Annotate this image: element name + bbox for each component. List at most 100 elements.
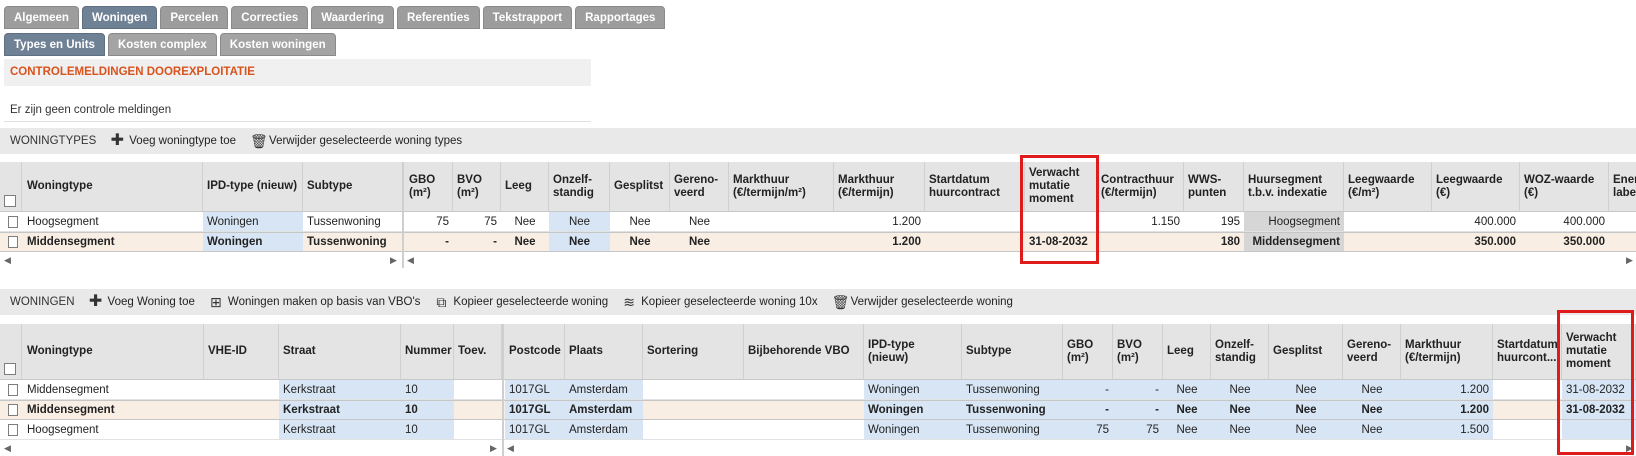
cell-woningtype[interactable]: Hoogsegment	[23, 212, 203, 231]
cell-leegwaarde-m[interactable]	[1344, 212, 1432, 231]
cell-subtype[interactable]: Tussenwoning	[303, 233, 403, 251]
cell-sortering[interactable]	[643, 420, 744, 439]
cell-bijbehorende-vbo[interactable]	[744, 380, 864, 399]
scroll-right-icon[interactable]: ▶	[490, 442, 497, 455]
scroll-left-icon[interactable]: ◀	[4, 442, 11, 455]
cell-bijbehorende-vbo[interactable]	[744, 401, 864, 419]
cell-wws-punten[interactable]: 195	[1184, 212, 1244, 231]
woningen-col-startdatum-huurcont[interactable]: Startdatum huurcont...	[1493, 324, 1562, 379]
copy-woning-button[interactable]: ⧉ Kopieer geselecteerde woning	[434, 295, 608, 309]
cell-bvo-m[interactable]: 75	[1113, 420, 1163, 439]
woningtypes-col-onzelf-standig[interactable]: Onzelf-standig	[549, 162, 610, 211]
cell-markthuur-termijn[interactable]: 1.200	[834, 233, 925, 251]
cell-vhe-id[interactable]	[204, 380, 279, 399]
cell-subtype[interactable]: Tussenwoning	[962, 420, 1063, 439]
cell-ipd-type-nieuw[interactable]: Woningen	[864, 401, 962, 419]
woningen-col-plaats[interactable]: Plaats	[565, 324, 643, 379]
cell-leeg[interactable]: Nee	[501, 233, 549, 251]
cell-onzelf-standig[interactable]: Nee	[1211, 380, 1269, 399]
tab-algemeen[interactable]: Algemeen	[4, 6, 79, 29]
cell-gesplitst[interactable]: Nee	[1269, 401, 1343, 419]
cell-woningtype[interactable]: Hoogsegment	[23, 420, 204, 439]
cell-leeg[interactable]: Nee	[1163, 401, 1211, 419]
row-checkbox[interactable]	[8, 215, 18, 228]
cell-postcode[interactable]: 1017GL	[505, 420, 565, 439]
cell-markthuur-termijn[interactable]: 1.200	[1401, 380, 1493, 399]
copy-woning-10x-button[interactable]: ≋ Kopieer geselecteerde woning 10x	[622, 295, 817, 309]
cell-gesplitst[interactable]: Nee	[1269, 380, 1343, 399]
woningtypes-col-bvo-m[interactable]: BVO (m²)	[453, 162, 501, 211]
cell-nummer[interactable]: 10	[401, 420, 454, 439]
cell-markthuur-termijn[interactable]: 1.200	[1401, 401, 1493, 419]
scroll-left-icon[interactable]: ◀	[407, 254, 414, 267]
cell-subtype[interactable]: Tussenwoning	[962, 401, 1063, 419]
cell-straat[interactable]: Kerkstraat	[279, 380, 401, 399]
delete-woningtypes-button[interactable]: 🗑 Verwijder geselecteerde woning types	[250, 134, 462, 148]
cell-gbo-m[interactable]: -	[405, 233, 453, 251]
cell-markthuur-termijn-m[interactable]	[729, 233, 834, 251]
woningtypes-col-gesplitst[interactable]: Gesplitst	[610, 162, 670, 211]
cell-contracthuur-termijn[interactable]: 1.150	[1097, 212, 1184, 231]
cell-onzelf-standig[interactable]: Nee	[1211, 420, 1269, 439]
woningen-col-subtype[interactable]: Subtype	[962, 324, 1063, 379]
cell-bvo-m[interactable]: -	[453, 233, 501, 251]
cell-woningtype[interactable]: Middensegment	[23, 380, 204, 399]
table-row[interactable]: Hoogsegment Kerkstraat 10 1017GL Amsterdam Wo…	[0, 420, 1636, 440]
cell-verwacht-mutatie-moment[interactable]: 31-08-2032	[1562, 401, 1636, 419]
cell-sortering[interactable]	[643, 380, 744, 399]
cell-toev[interactable]	[454, 380, 502, 399]
cell-nummer[interactable]: 10	[401, 401, 454, 419]
cell-ipd-type-nieuw[interactable]: Woningen	[203, 212, 303, 231]
cell-gereno-veerd[interactable]: Nee	[1343, 380, 1401, 399]
cell-wws-punten[interactable]: 180	[1184, 233, 1244, 251]
woningtypes-col-woz-waarde[interactable]: WOZ-waarde (€)	[1520, 162, 1609, 211]
cell-leeg[interactable]: Nee	[1163, 380, 1211, 399]
table-row[interactable]: Middensegment Kerkstraat 10 1017GL Amsterdam…	[0, 380, 1636, 400]
cell-plaats[interactable]: Amsterdam	[565, 420, 643, 439]
cell-woz-waarde[interactable]: 400.000	[1520, 212, 1609, 231]
woningen-col-leeg[interactable]: Leeg	[1163, 324, 1211, 379]
cell-verwacht-mutatie-moment[interactable]: 31-08-2032	[1562, 380, 1636, 399]
cell-gereno-veerd[interactable]: Nee	[670, 233, 729, 251]
cell-nummer[interactable]: 10	[401, 380, 454, 399]
woningen-col-vhe-id[interactable]: VHE-ID	[204, 324, 279, 379]
woningtypes-col-markthuur-termijn-m[interactable]: Markthuur (€/termijn/m²)	[729, 162, 834, 211]
woningtypes-col-leegwaarde-m[interactable]: Leegwaarde (€/m²)	[1344, 162, 1432, 211]
add-woningtype-button[interactable]: ✚ Voeg woningtype toe	[110, 133, 236, 149]
row-checkbox[interactable]	[8, 423, 18, 436]
cell-bvo-m[interactable]: -	[1113, 401, 1163, 419]
cell-postcode[interactable]: 1017GL	[505, 380, 565, 399]
cell-leeg[interactable]: Nee	[501, 212, 549, 231]
cell-woningtype[interactable]: Middensegment	[23, 233, 203, 251]
woningtypes-col-energ-label[interactable]: Energ label	[1609, 162, 1636, 211]
tab-rapportages[interactable]: Rapportages	[575, 6, 666, 29]
woningen-col-gesplitst[interactable]: Gesplitst	[1269, 324, 1343, 379]
cell-gbo-m[interactable]: 75	[1063, 420, 1113, 439]
frozen-column-divider[interactable]	[502, 324, 504, 456]
cell-bijbehorende-vbo[interactable]	[744, 420, 864, 439]
cell-ipd-type-nieuw[interactable]: Woningen	[864, 420, 962, 439]
cell-straat[interactable]: Kerkstraat	[279, 420, 401, 439]
cell-gereno-veerd[interactable]: Nee	[1343, 401, 1401, 419]
woningen-col-verwacht-mutatie-moment[interactable]: Verwacht mutatie moment	[1562, 324, 1636, 379]
cell-gesplitst[interactable]: Nee	[610, 212, 670, 231]
cell-onzelf-standig[interactable]: Nee	[549, 212, 610, 231]
frozen-column-divider[interactable]	[402, 162, 404, 268]
cell-gereno-veerd[interactable]: Nee	[670, 212, 729, 231]
woningen-col-sortering[interactable]: Sortering	[643, 324, 744, 379]
cell-woningtype[interactable]: Middensegment	[23, 401, 204, 419]
cell-leegwaarde[interactable]: 350.000	[1432, 233, 1520, 251]
tab-percelen[interactable]: Percelen	[160, 6, 229, 29]
tab-tekstrapport[interactable]: Tekstrapport	[482, 6, 573, 29]
row-checkbox[interactable]	[8, 404, 18, 416]
cell-markthuur-termijn[interactable]: 1.500	[1401, 420, 1493, 439]
cell-ipd-type-nieuw[interactable]: Woningen	[864, 380, 962, 399]
cell-subtype[interactable]: Tussenwoning	[303, 212, 403, 231]
cell-ipd-type-nieuw[interactable]: Woningen	[203, 233, 303, 251]
woningen-col-bijbehorende-vbo[interactable]: Bijbehorende VBO	[744, 324, 864, 379]
cell-huursegment-t-b-v-indexatie[interactable]: Middensegment	[1244, 233, 1344, 251]
cell-straat[interactable]: Kerkstraat	[279, 401, 401, 419]
woningtypes-col-gereno-veerd[interactable]: Gereno-veerd	[670, 162, 729, 211]
row-checkbox[interactable]	[8, 236, 18, 248]
woningtypes-col-woningtype[interactable]: Woningtype	[23, 162, 203, 211]
